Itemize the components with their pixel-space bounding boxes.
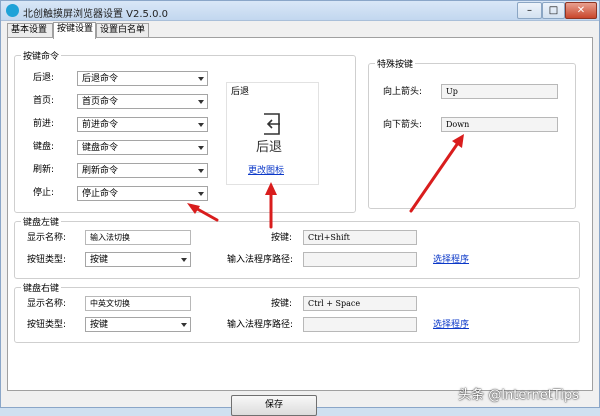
annotation-arrow-down-key: [409, 138, 462, 213]
annotation-arrowhead-down-key: [452, 134, 464, 148]
annotation-arrowhead-stop-select: [187, 203, 200, 214]
annotation-arrowhead-change-icon: [265, 182, 277, 195]
watermark: 头条 @InternetTips: [458, 388, 579, 403]
settings-window: 北创触摸屏浏览器设置 V2.5.0.0 – □ ✕ 基本设置 按键设置 设置白名…: [0, 0, 600, 416]
annotation-arrows: [187, 134, 464, 229]
tab-key-settings[interactable]: 按键设置: [53, 22, 96, 39]
